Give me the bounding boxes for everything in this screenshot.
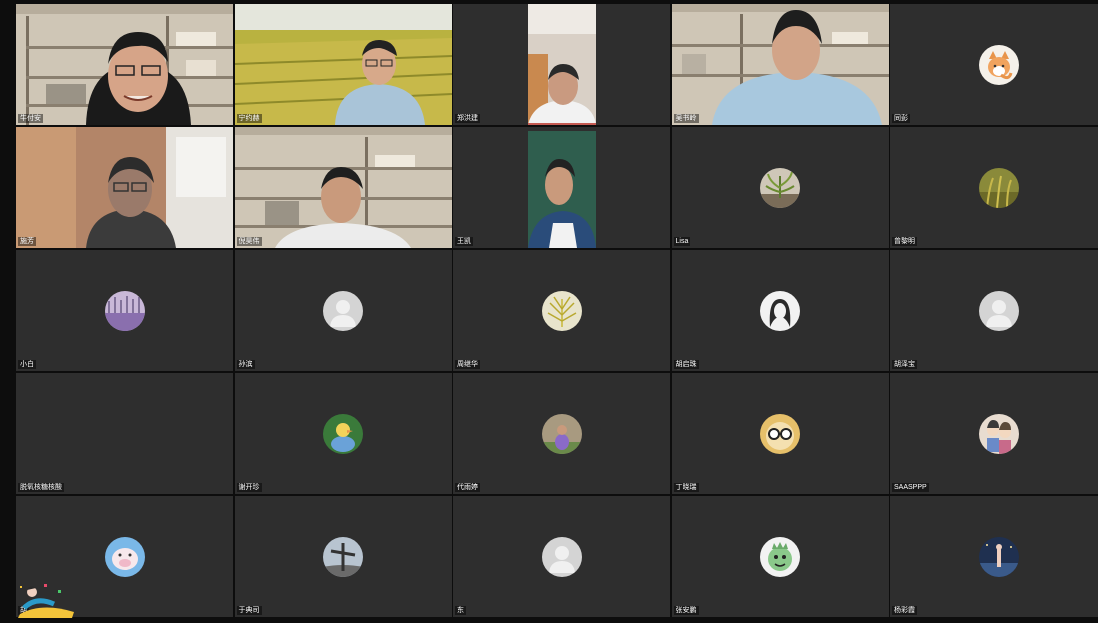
grass-avatar-icon	[541, 290, 582, 331]
couple-cartoon-avatar-icon	[978, 413, 1019, 454]
default-user-avatar-icon	[541, 536, 582, 577]
participant-name: 王凯	[455, 237, 473, 246]
figure-avatar-icon	[541, 413, 582, 454]
participant-tile[interactable]: 胡泽宝	[890, 250, 1098, 371]
participant-name: 于典司	[236, 606, 262, 615]
participant-name: 吴书岭	[673, 114, 699, 123]
participant-video	[453, 4, 670, 125]
fox-avatar-icon	[978, 44, 1019, 85]
pig-cartoon-avatar-icon	[104, 536, 145, 577]
default-user-avatar-icon	[978, 290, 1019, 331]
participant-tile[interactable]: 代雨婷	[453, 373, 670, 494]
lavender-field-avatar-icon	[104, 290, 145, 331]
participant-tile[interactable]: SAASPPP	[890, 373, 1098, 494]
participant-name: 牛付安	[18, 114, 43, 123]
participant-name: 小白	[18, 360, 36, 369]
participant-name: 谢开珍	[236, 483, 262, 492]
participant-tile[interactable]: 杨彩霞	[890, 496, 1098, 617]
participant-tile[interactable]: 牛付安	[16, 4, 233, 125]
participant-video	[16, 4, 233, 125]
participant-tile-active-speaker[interactable]: 郑洪建	[453, 4, 670, 125]
participant-tile[interactable]: 谢开珍	[234, 373, 452, 494]
participant-tile[interactable]: 于典司	[234, 496, 452, 617]
participant-name: 周继华	[455, 360, 480, 369]
participant-tile[interactable]: 宁约赫	[234, 4, 452, 125]
participant-name: 张安鹏	[673, 606, 699, 615]
participant-tile[interactable]: 小白	[16, 250, 233, 371]
participant-video	[16, 127, 233, 248]
participant-tile[interactable]: 同彭	[890, 4, 1098, 125]
cartoon-duck-avatar-icon	[323, 413, 363, 454]
participant-name: 施芳	[18, 237, 36, 246]
participant-tile[interactable]: 脱氧核糖核酸	[16, 373, 233, 494]
participant-tile[interactable]: Lisa	[671, 127, 889, 248]
participant-tile[interactable]: 东	[453, 496, 670, 617]
default-user-avatar-icon	[323, 290, 363, 331]
participant-name: 曾黎明	[892, 237, 917, 246]
participant-video	[671, 4, 889, 125]
participant-tile[interactable]: 曾黎明	[890, 127, 1098, 248]
sketch-portrait-avatar-icon	[760, 290, 800, 331]
participant-video	[234, 4, 452, 125]
statue-avatar-icon	[323, 536, 363, 577]
participant-tile[interactable]: 王凯	[453, 127, 670, 248]
participant-video	[234, 127, 452, 248]
participant-name: 杨彩霞	[892, 606, 917, 615]
participant-name: 倪昊伟	[236, 237, 262, 246]
participant-tile[interactable]: 施芳	[16, 127, 233, 248]
dinosaur-cartoon-avatar-icon	[760, 536, 800, 577]
participant-name: SAASPPP	[892, 483, 929, 492]
participant-name: 同彭	[892, 114, 910, 123]
participant-name: 郑洪建	[455, 114, 480, 123]
night-scene-avatar-icon	[978, 536, 1019, 577]
plant-avatar-icon	[760, 167, 800, 208]
participant-tile[interactable]: 胡启珠	[671, 250, 889, 371]
participant-name: 孙滨	[236, 360, 255, 369]
participant-tile[interactable]: 吴书岭	[671, 4, 889, 125]
participant-name: 丁晓瑞	[673, 483, 699, 492]
participant-name: 东	[455, 606, 466, 615]
participant-tile[interactable]: 周继华	[453, 250, 670, 371]
party-illustration-icon	[14, 578, 78, 618]
participant-name: 胡泽宝	[892, 360, 917, 369]
participant-name: 脱氧核糖核酸	[18, 483, 64, 492]
participant-tile[interactable]: 孙滨	[234, 250, 452, 371]
glasses-face-avatar-icon	[760, 413, 800, 454]
video-grid: 牛付安 宁约赫 郑洪建 吴书岭 同彭 施芳 倪昊伟 王凯 Lisa 曾黎明 小白…	[16, 4, 1098, 618]
participant-name: 宁约赫	[236, 114, 262, 123]
participant-video	[453, 127, 670, 248]
participant-name: 胡启珠	[673, 360, 699, 369]
participant-tile[interactable]: 张安鹏	[671, 496, 889, 617]
participant-name: Lisa	[673, 237, 691, 246]
rice-field-avatar-icon	[978, 167, 1019, 208]
participant-tile[interactable]: 丁晓瑞	[671, 373, 889, 494]
participant-tile[interactable]: 倪昊伟	[234, 127, 452, 248]
participant-name: 代雨婷	[455, 483, 480, 492]
